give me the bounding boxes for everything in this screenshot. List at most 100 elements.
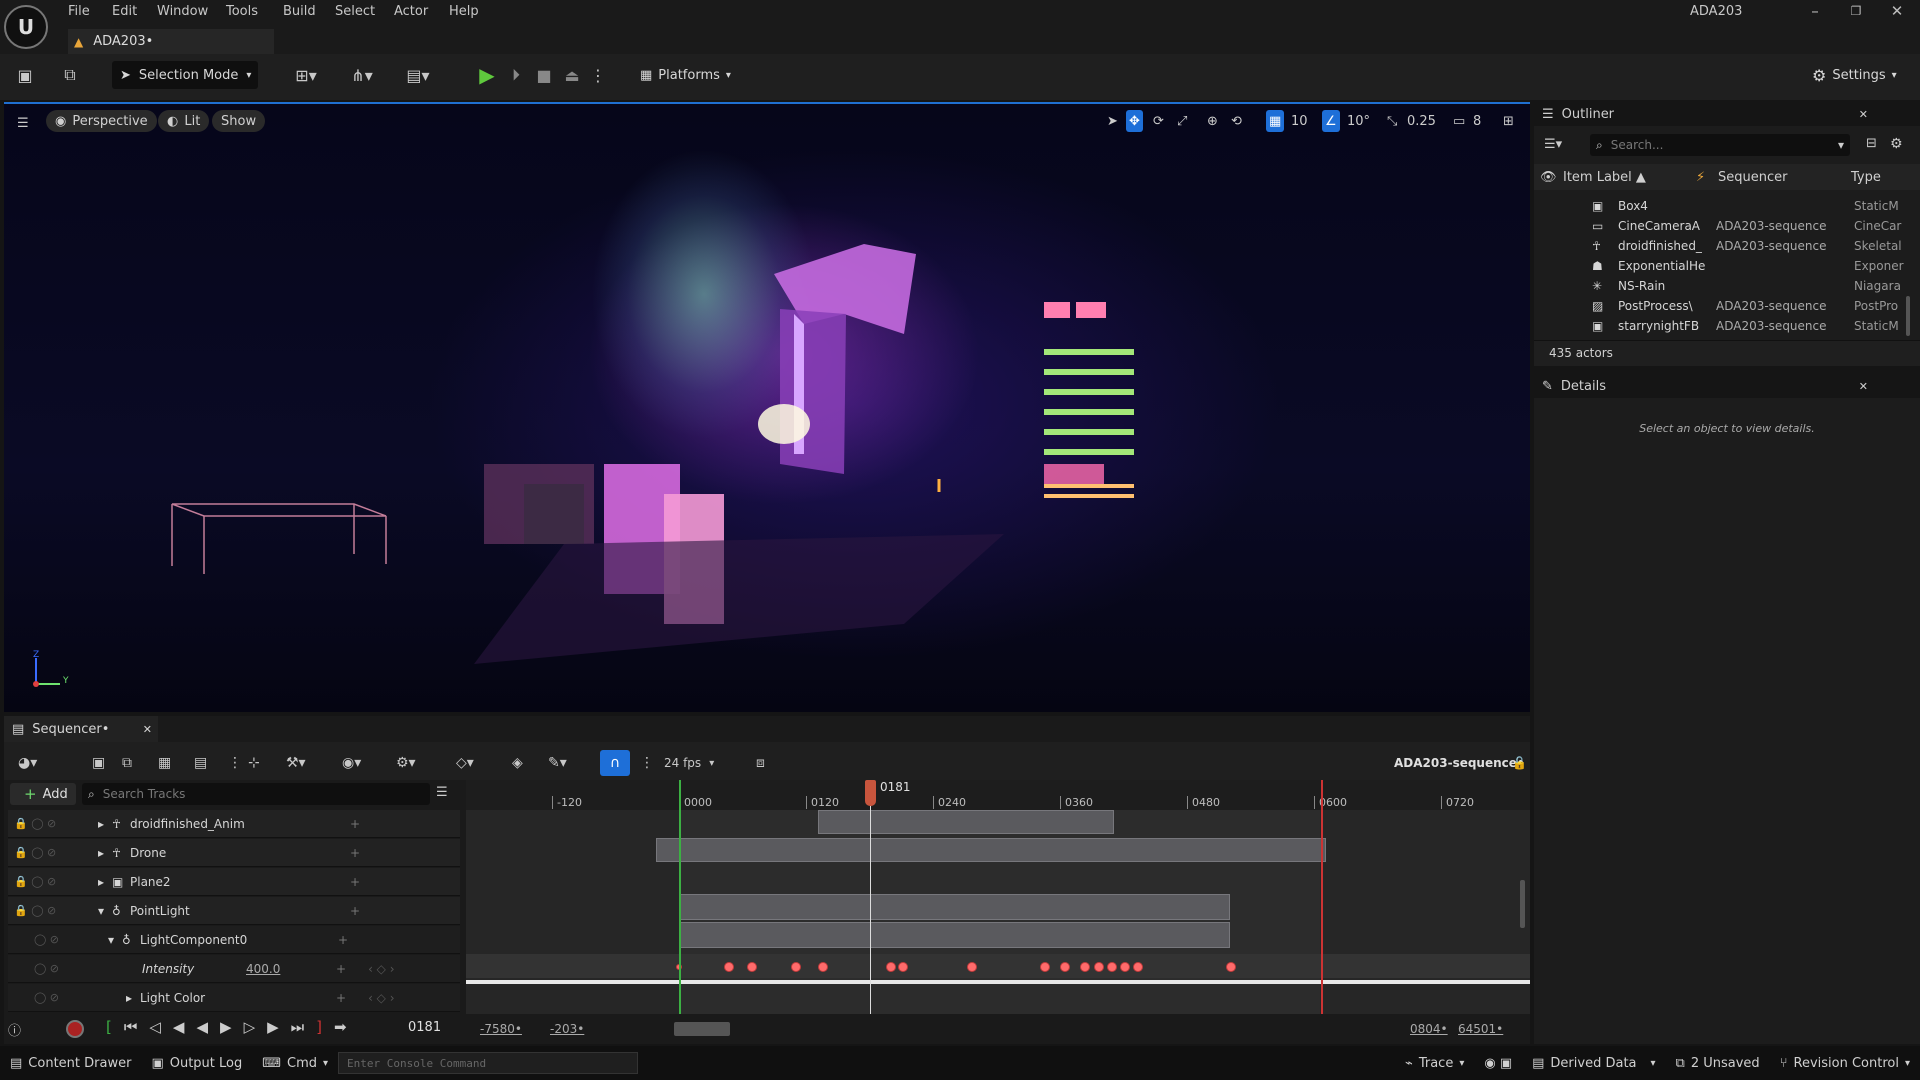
keyframe[interactable] — [747, 962, 757, 972]
rotation-snap-value[interactable]: 10° — [1344, 110, 1373, 132]
track-drone[interactable]: 🔒 ◯ ⊘ ▸ ☥ Drone + — [8, 839, 460, 867]
outliner-settings-icon[interactable]: ⚙ — [1890, 136, 1903, 152]
add-key-icon[interactable]: ◈ — [512, 750, 523, 776]
add-icon[interactable]: + — [338, 933, 348, 947]
collapse-arrow-icon[interactable]: ▾ — [98, 904, 112, 918]
scale-snap-value[interactable]: 0.25 — [1404, 110, 1439, 132]
column-type[interactable]: Type — [1851, 166, 1881, 188]
snap-magnet-icon[interactable]: ∩ — [600, 750, 630, 776]
fps-dropdown[interactable]: 24 fps ▾ — [664, 750, 714, 776]
key-nav-icon[interactable]: ‹ ◇ › — [368, 962, 394, 976]
menu-select[interactable]: Select — [333, 4, 377, 22]
translate-tool-icon[interactable]: ✥ — [1126, 110, 1143, 132]
menu-help[interactable]: Help — [447, 4, 481, 22]
keyframe[interactable] — [818, 962, 828, 972]
wrench-icon[interactable]: ⚒▾ — [286, 750, 306, 776]
column-sequencer[interactable]: Sequencer — [1718, 166, 1787, 188]
settings-dropdown[interactable]: ⚙ Settings ▾ — [1812, 61, 1897, 89]
start-marker[interactable] — [679, 780, 681, 1014]
add-icon[interactable]: + — [350, 904, 360, 918]
add-track-button[interactable]: + Add — [10, 783, 76, 805]
camera-speed-icon[interactable]: ▭ — [1450, 110, 1468, 132]
grid-snap-value[interactable]: 10 — [1288, 110, 1311, 132]
keyframe[interactable] — [1080, 962, 1090, 972]
derived-data-dropdown[interactable]: ▤ Derived Data ▾ — [1522, 1046, 1665, 1080]
menu-actor[interactable]: Actor — [392, 4, 430, 22]
add-actor-icon[interactable]: ⊞▾ — [286, 60, 326, 90]
edit-icon[interactable]: ✎▾ — [548, 750, 567, 776]
filter-icon[interactable]: ☰▾ — [1544, 137, 1562, 152]
menu-tools[interactable]: Tools — [224, 4, 260, 22]
keyframe[interactable] — [1133, 962, 1143, 972]
play-forward-icon[interactable]: ▶ — [220, 1018, 232, 1036]
sequencer-tab[interactable]: ▤ Sequencer• ✕ — [4, 716, 158, 742]
current-frame-field[interactable]: 0181 — [408, 1020, 441, 1035]
jump-end-icon[interactable]: ⏭ — [291, 1018, 305, 1036]
browse-icon[interactable]: ⧉ — [58, 60, 82, 90]
step-icon[interactable]: ⏵ — [504, 60, 528, 90]
timeline-scrollbar[interactable] — [674, 1022, 730, 1036]
world-icon[interactable]: ◕▾ — [18, 750, 37, 776]
keyframe[interactable] — [967, 962, 977, 972]
new-folder-icon[interactable]: ⊟ — [1866, 136, 1877, 151]
track-droidfinished[interactable]: 🔒 ◯ ⊘ ▸ ☥ droidfinished_Anim + — [8, 810, 460, 838]
visibility-icon[interactable]: 👁 — [1540, 166, 1557, 188]
record-trace-icon[interactable]: ◉ ▣ — [1474, 1046, 1522, 1080]
perspective-button[interactable]: ◉ Perspective — [46, 110, 157, 132]
maximize-viewport-icon[interactable]: ⊞ — [1500, 110, 1517, 132]
cmd-dropdown[interactable]: ⌨ Cmd ▾ — [252, 1046, 338, 1080]
scale-tool-icon[interactable]: ⤢ — [1174, 110, 1190, 132]
collapse-arrow-icon[interactable]: ▾ — [108, 933, 122, 947]
track-controls[interactable]: 🔒 ◯ ⊘ — [8, 846, 98, 859]
track-filter-icon[interactable]: ☰ — [436, 785, 448, 800]
jump-start-icon[interactable]: ⏮ — [124, 1018, 138, 1036]
key-nav-icon[interactable]: ‹ ◇ › — [368, 991, 394, 1005]
scale-snap-icon[interactable]: ⤡ — [1384, 110, 1400, 132]
info-icon[interactable]: ⓘ — [8, 1020, 21, 1039]
save-icon[interactable]: ▣ — [14, 60, 36, 90]
menu-edit[interactable]: Edit — [110, 4, 139, 22]
outliner-row[interactable]: ☗ ExponentialHe Exponer — [1540, 256, 1910, 276]
select-tool-icon[interactable]: ➤ — [1104, 110, 1121, 132]
outliner-row[interactable]: ▣ starrynightFB ADA203-sequence StaticM — [1540, 316, 1910, 336]
level-viewport[interactable]: ☰ ◉ Perspective ◐ Lit Show ➤ ✥ ⟳ ⤢ ⊕ ⟲ ▦ 1… — [4, 102, 1530, 712]
eject-icon[interactable]: ⏏ — [560, 60, 584, 90]
revision-control-dropdown[interactable]: ⑂ Revision Control ▾ — [1770, 1046, 1920, 1080]
close-window-icon[interactable]: ✕ — [1877, 0, 1917, 22]
eye-icon[interactable]: ◉▾ — [342, 750, 361, 776]
outliner-row[interactable]: ▭ CineCameraA ADA203-sequence CineCar — [1540, 216, 1910, 236]
outliner-row[interactable]: ▣ Box4 StaticM — [1540, 196, 1910, 216]
cinematics-icon[interactable]: ▤▾ — [398, 60, 438, 90]
track-light-color[interactable]: ◯ ⊘ ▸ Light Color + ‹ ◇ › — [8, 984, 460, 1012]
track-controls[interactable]: ◯ ⊘ — [8, 933, 98, 946]
platforms-dropdown[interactable]: ▦ Platforms ▾ — [640, 61, 731, 89]
lit-button[interactable]: ◐ Lit — [158, 110, 210, 132]
expand-arrow-icon[interactable]: ▸ — [126, 991, 140, 1005]
trace-dropdown[interactable]: ⌁ Trace ▾ — [1395, 1046, 1474, 1080]
set-end-icon[interactable]: ] — [316, 1018, 322, 1036]
keyframe[interactable] — [898, 962, 908, 972]
world-space-icon[interactable]: ⊕ — [1204, 110, 1221, 132]
add-icon[interactable]: + — [350, 846, 360, 860]
more-options-icon[interactable]: ⋮ — [590, 60, 606, 90]
keyframe[interactable] — [1226, 962, 1236, 972]
curve-editor-icon[interactable]: ⧈ — [756, 750, 765, 776]
close-tab-icon[interactable]: ✕ — [143, 723, 152, 736]
menu-file[interactable]: File — [66, 4, 92, 22]
console-input[interactable]: Enter Console Command — [338, 1052, 639, 1074]
add-icon[interactable]: + — [350, 817, 360, 831]
camera-render-icon[interactable]: ▦ — [158, 750, 171, 776]
section-drone[interactable] — [656, 838, 1326, 862]
close-tab-icon[interactable]: ✕ — [1859, 380, 1868, 393]
minimize-icon[interactable]: – — [1795, 0, 1835, 22]
keyframe[interactable] — [886, 962, 896, 972]
camera-speed-value[interactable]: 8 — [1470, 110, 1484, 132]
restore-icon[interactable]: ❐ — [1836, 0, 1876, 22]
expand-arrow-icon[interactable]: ▸ — [98, 846, 112, 860]
add-icon[interactable]: + — [336, 991, 346, 1005]
track-controls[interactable]: 🔒 ◯ ⊘ — [8, 817, 98, 830]
outliner-row[interactable]: ▨ PostProcess\ ADA203-sequence PostPro — [1540, 296, 1910, 316]
keyframe[interactable] — [1060, 962, 1070, 972]
play-icon[interactable]: ▶ — [474, 60, 500, 90]
stop-icon[interactable]: ■ — [532, 60, 556, 90]
